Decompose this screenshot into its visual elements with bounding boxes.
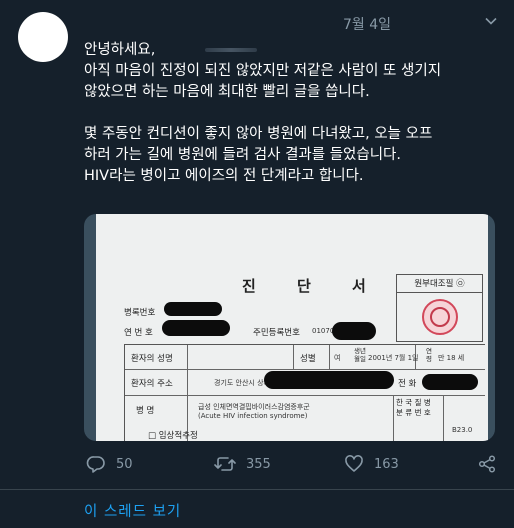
diagnosis-document: 진 단 서 원부대조필 ㉧ 병록번호 연 번 호 주민등록번호 01070 환자… bbox=[96, 214, 488, 441]
retweet-button[interactable]: 355 bbox=[214, 454, 271, 474]
address-label: 환자의 주소 bbox=[131, 379, 173, 389]
redaction-block bbox=[422, 374, 478, 390]
chevron-down-icon[interactable] bbox=[484, 13, 498, 32]
resident-no-value: 01070 bbox=[312, 327, 335, 335]
kcd-label: 한 국 질 병 분 류 번 호 bbox=[396, 398, 431, 417]
show-thread-link[interactable]: 이 스레드 보기 bbox=[84, 500, 181, 521]
tweet-line: 않았으면 하는 마음에 최대한 빨리 글을 씁니다. bbox=[84, 84, 370, 100]
hospital-seal-icon bbox=[422, 299, 458, 335]
birth-label: 생년 월일 bbox=[354, 347, 366, 363]
age-value: 만 18 세 bbox=[438, 354, 465, 362]
document-title: 진 단 서 bbox=[242, 277, 384, 295]
tweet-actions: 50 355 163 bbox=[0, 454, 514, 478]
preserve-stamp-box: 원부대조필 ㉧ bbox=[396, 274, 483, 342]
phone-label: 전 화 bbox=[398, 379, 417, 389]
redaction-mark bbox=[205, 48, 257, 52]
like-button[interactable]: 163 bbox=[344, 454, 399, 474]
divider bbox=[0, 489, 514, 490]
tweet-image[interactable]: 진 단 서 원부대조필 ㉧ 병록번호 연 번 호 주민등록번호 01070 환자… bbox=[84, 214, 495, 441]
redaction-block bbox=[162, 320, 230, 336]
tweet-line: HIV라는 병이고 에이즈의 전 단계라고 합니다. bbox=[84, 168, 364, 184]
like-count: 163 bbox=[374, 456, 399, 472]
gender-value: 여 bbox=[334, 354, 341, 362]
disease-label: 병 명 bbox=[136, 406, 155, 416]
kcd-value: B23.0 bbox=[452, 426, 473, 434]
diagnosis-korean: 급성 인체면역결핍바이러스감염증후군 bbox=[198, 403, 310, 411]
tweet-line: 몇 주동안 컨디션이 좋지 않아 병원에 다녀왔고, 오늘 오프 bbox=[84, 126, 433, 142]
preserve-label: 원부대조필 ㉧ bbox=[397, 277, 482, 293]
reply-button[interactable]: 50 bbox=[86, 454, 133, 474]
tweet-line: 아직 마음이 진정이 되진 않았지만 저같은 사람이 또 생기지 bbox=[84, 63, 442, 79]
resident-no-label: 주민등록번호 bbox=[253, 328, 300, 338]
birth-value: 2001년 7월 1일 bbox=[368, 354, 419, 362]
redaction-block bbox=[332, 322, 376, 340]
share-button[interactable] bbox=[477, 454, 497, 474]
serial-no-label: 연 번 호 bbox=[124, 328, 153, 338]
redaction-block bbox=[264, 371, 394, 389]
share-icon bbox=[477, 454, 497, 474]
tweet-line: 하러 가는 길에 병원에 들려 검사 결과를 들었습니다. bbox=[84, 147, 402, 163]
reply-count: 50 bbox=[116, 456, 133, 472]
redaction-block bbox=[164, 302, 222, 316]
tweet-timestamp[interactable]: 7월 4일 bbox=[343, 14, 391, 34]
diagnosis-english: (Acute HIV infection syndrome) bbox=[198, 412, 308, 420]
clinical-estimate-label: □ 임상적추정 bbox=[148, 431, 198, 441]
retweet-count: 355 bbox=[246, 456, 271, 472]
gender-label: 성별 bbox=[300, 354, 316, 364]
record-no-label: 병록번호 bbox=[124, 308, 156, 318]
tweet-line: 안녕하세요, bbox=[84, 42, 156, 58]
reply-icon bbox=[86, 454, 106, 474]
patient-name-label: 환자의 성명 bbox=[131, 354, 173, 364]
heart-icon bbox=[344, 454, 364, 474]
retweet-icon bbox=[214, 454, 236, 474]
age-label: 연 령 bbox=[426, 347, 432, 363]
tweet-text: 안녕하세요, 아직 마음이 진정이 되진 않았지만 저같은 사람이 또 생기지 … bbox=[84, 40, 499, 187]
avatar[interactable] bbox=[18, 12, 68, 62]
